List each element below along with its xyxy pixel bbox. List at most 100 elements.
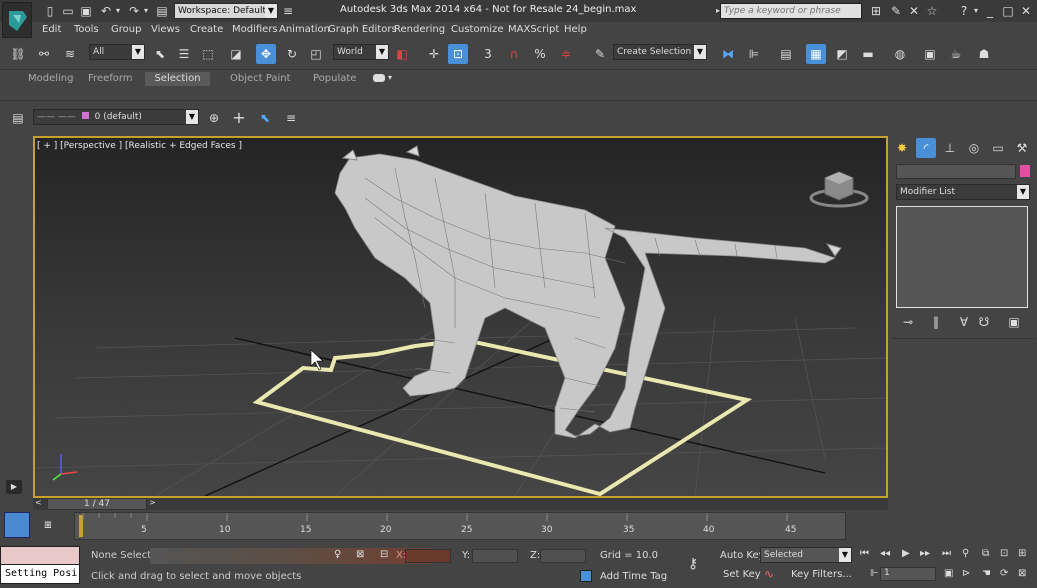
time-tag-icon[interactable] [580, 570, 592, 582]
auto-key-button[interactable]: Auto Key [720, 550, 765, 561]
modifier-list-dropdown[interactable]: Modifier List ▼ [896, 184, 1030, 200]
add-to-layer-icon[interactable]: ⊕ [204, 108, 224, 128]
play-icon[interactable]: ▶ [902, 548, 910, 559]
menu-modifiers[interactable]: Modifiers [232, 24, 278, 35]
expand-arrow-icon[interactable]: ▶ [6, 480, 22, 494]
workspace-dropdown[interactable]: Workspace: Default ▼ [174, 3, 278, 19]
modify-panel-icon[interactable]: ◜ [916, 138, 936, 158]
menu-maxscript[interactable]: MAXScript [508, 24, 559, 35]
absolute-mode-icon[interactable]: ⊟ [380, 549, 388, 560]
layer-dropdown[interactable]: —— —— 0 (default) ▼ [33, 109, 199, 125]
quick-access-menu-icon[interactable]: ≡ [278, 1, 298, 21]
select-objects-in-layer-icon[interactable]: ⬉ [255, 108, 275, 128]
keyboard-shortcut-override-icon[interactable]: ⊡ [448, 44, 468, 64]
utilities-panel-icon[interactable]: ⚒ [1012, 138, 1032, 158]
unlink-selection-icon[interactable]: ⚯ [34, 44, 54, 64]
ribbon-options-icon[interactable] [373, 74, 385, 82]
time-slider[interactable]: 1 / 47 [47, 498, 147, 510]
select-object-icon[interactable]: ⬉ [150, 44, 170, 64]
edit-named-selection-icon[interactable]: ✎ [590, 44, 610, 64]
scene-explorer-icon[interactable]: ▦ [806, 44, 826, 64]
go-to-start-icon[interactable]: ⏮ [860, 548, 869, 559]
search-binoculars-icon[interactable]: ⊞ [866, 1, 886, 21]
key-icon[interactable]: ⚷ [688, 556, 698, 572]
minimize-icon[interactable]: _ [980, 1, 1000, 21]
display-panel-icon[interactable]: ▭ [988, 138, 1008, 158]
ribbon-tab-selection[interactable]: Selection [145, 72, 210, 86]
maximize-icon[interactable]: □ [998, 1, 1018, 21]
search-input[interactable] [720, 3, 862, 19]
y-coordinate-field[interactable] [472, 549, 518, 563]
mini-listener-icon[interactable] [4, 512, 30, 538]
time-slider-next-icon[interactable]: > [149, 498, 156, 507]
close-icon[interactable]: ✕ [1016, 1, 1036, 21]
communication-center-icon[interactable]: ✕ [904, 1, 924, 21]
save-file-icon[interactable]: ▣ [76, 1, 96, 21]
ribbon-tab-object-paint[interactable]: Object Paint [230, 73, 291, 84]
rendered-frame-window-icon[interactable]: ☕ [946, 44, 966, 64]
orbit-icon[interactable]: ⟳ [1000, 568, 1008, 579]
ribbon-tab-freeform[interactable]: Freeform [88, 73, 133, 84]
angle-snap-icon[interactable]: ∩ [504, 44, 524, 64]
menu-tools[interactable]: Tools [74, 24, 99, 35]
ribbon-options-dropdown-icon[interactable]: ▾ [388, 73, 392, 82]
render-production-icon[interactable]: ☗ [974, 44, 994, 64]
z-coordinate-field[interactable] [540, 549, 586, 563]
schematic-view-icon[interactable]: ▬ [858, 44, 878, 64]
select-and-scale-icon[interactable]: ◰ [306, 44, 326, 64]
bind-to-space-warp-icon[interactable]: ≋ [60, 44, 80, 64]
zoom-all-icon[interactable]: ⧉ [982, 548, 989, 559]
hierarchy-panel-icon[interactable]: ⊥ [940, 138, 960, 158]
maxscript-output[interactable]: Setting Posi [0, 564, 80, 584]
maximize-viewport-icon[interactable]: ⊠ [1018, 568, 1026, 579]
set-current-layer-icon[interactable]: ≡ [281, 108, 301, 128]
mirror-icon[interactable]: ⧓ [718, 44, 738, 64]
key-mode-dropdown[interactable]: Selected ▼ [760, 547, 852, 563]
show-end-result-icon[interactable]: ‖ [926, 312, 946, 332]
open-file-icon[interactable]: ▭ [58, 1, 78, 21]
zoom-extents-icon[interactable]: ⊡ [1000, 548, 1008, 559]
pivot-center-icon[interactable]: ◧ [392, 44, 412, 64]
material-editor-icon[interactable]: ◍ [890, 44, 910, 64]
zoom-icon[interactable]: ⚲ [962, 548, 969, 559]
ribbon-tab-modeling[interactable]: Modeling [28, 73, 74, 84]
select-by-name-icon[interactable]: ☰ [174, 44, 194, 64]
lock-icon[interactable]: ⊠ [356, 549, 364, 560]
select-and-manipulate-icon[interactable]: ✛ [424, 44, 444, 64]
menu-help[interactable]: Help [564, 24, 587, 35]
key-filters-button[interactable]: Key Filters... [791, 569, 852, 580]
menu-customize[interactable]: Customize [451, 24, 504, 35]
perspective-viewport[interactable]: [ + ] [Perspective ] [Realistic + Edged … [33, 136, 888, 498]
render-setup-icon[interactable]: ▣ [920, 44, 940, 64]
menu-views[interactable]: Views [151, 24, 180, 35]
maxscript-listener[interactable] [0, 546, 80, 566]
reference-coordinate-dropdown[interactable]: World ▼ [333, 44, 389, 60]
layer-manager-icon[interactable]: ▤ [8, 108, 28, 128]
track-bar[interactable]: 5 10 15 20 25 30 35 40 45 [74, 512, 846, 540]
zoom-extents-all-icon[interactable]: ⊞ [1018, 548, 1026, 559]
make-unique-icon[interactable]: ∀ [954, 312, 974, 332]
select-and-rotate-icon[interactable]: ↻ [282, 44, 302, 64]
selection-filter-dropdown[interactable]: All ▼ [89, 44, 145, 60]
add-time-tag[interactable]: Add Time Tag [600, 571, 667, 582]
motion-panel-icon[interactable]: ◎ [964, 138, 984, 158]
rectangular-selection-icon[interactable]: ⬚ [198, 44, 218, 64]
remove-modifier-icon[interactable]: ☋ [974, 312, 994, 332]
window-crossing-icon[interactable]: ◪ [226, 44, 246, 64]
set-key-button[interactable]: Set Key [723, 569, 761, 580]
named-selection-dropdown[interactable]: Create Selection Se ▼ [613, 44, 707, 60]
create-panel-icon[interactable]: ✸ [892, 138, 912, 158]
select-and-link-icon[interactable]: ⛓ [8, 44, 28, 64]
set-key-curve-icon[interactable]: ∿ [764, 567, 774, 581]
current-frame-field[interactable]: 1 [880, 567, 936, 581]
favorites-icon[interactable]: ☆ [922, 1, 942, 21]
object-color-swatch[interactable] [1020, 165, 1030, 177]
key-mode-toggle-icon[interactable]: ⊩ [870, 568, 879, 579]
menu-animation[interactable]: Animation [279, 24, 330, 35]
snaps-toggle-icon[interactable]: 3 [478, 44, 498, 64]
create-new-layer-icon[interactable]: + [229, 108, 249, 128]
time-slider-prev-icon[interactable]: < [35, 498, 42, 507]
subscription-icon[interactable]: ✎ [886, 1, 906, 21]
new-file-icon[interactable]: ▯ [40, 1, 60, 21]
next-frame-icon[interactable]: ▸▸ [920, 548, 930, 559]
